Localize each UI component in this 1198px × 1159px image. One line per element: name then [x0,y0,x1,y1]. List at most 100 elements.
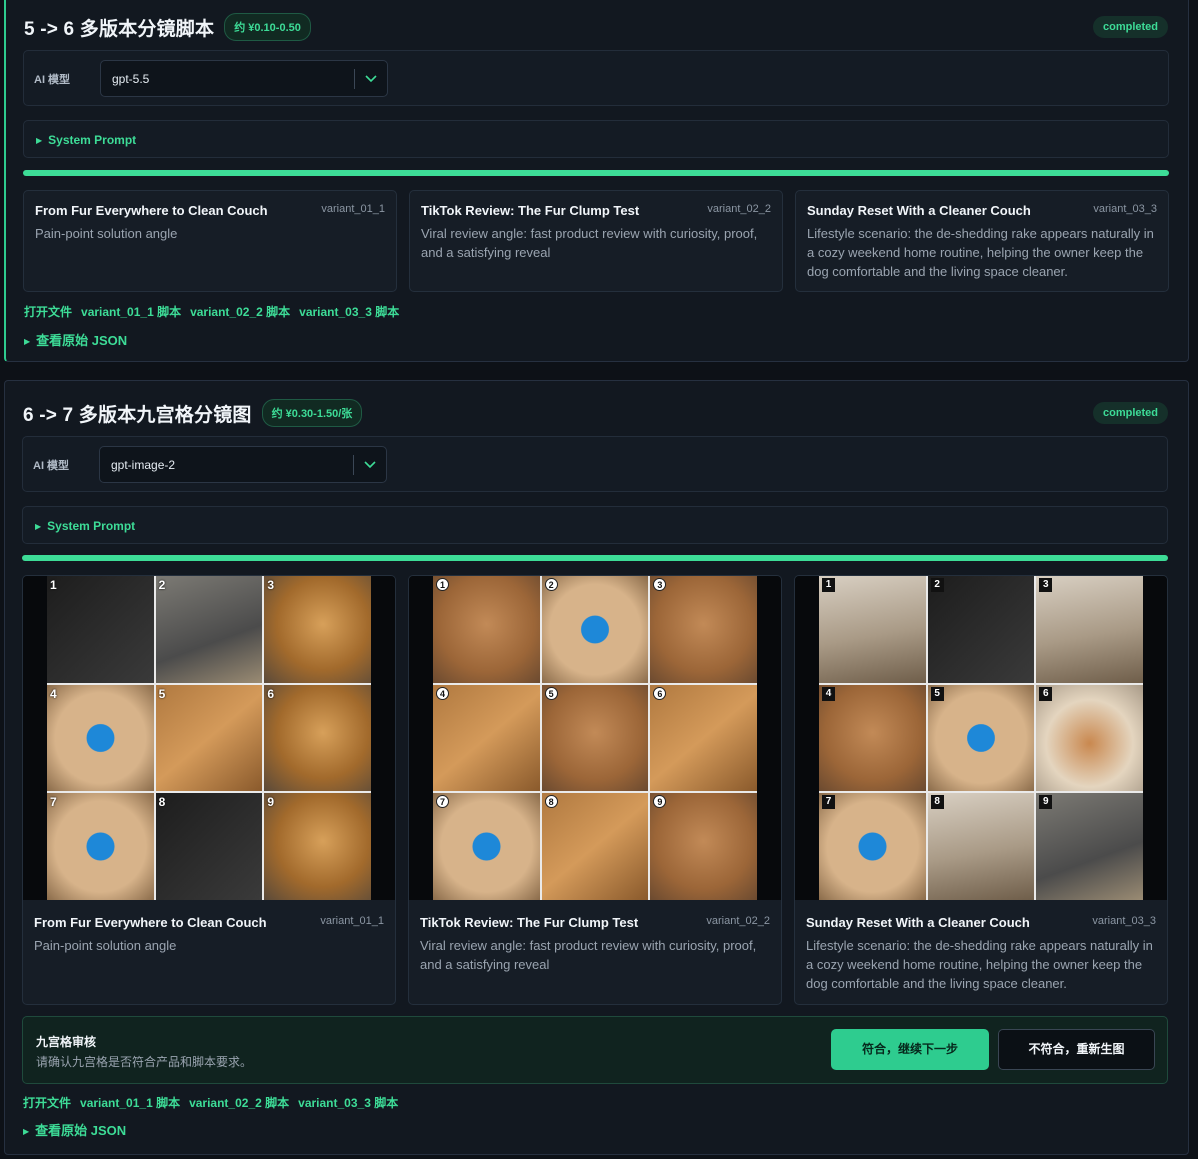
variant-card[interactable]: From Fur Everywhere to Clean Couch varia… [23,190,397,292]
file-links: 打开文件 variant_01_1 脚本 variant_02_2 脚本 var… [24,303,399,320]
variant-card[interactable]: Sunday Reset With a Cleaner Couch varian… [795,190,1169,292]
grid-tile: 5 [541,684,649,792]
grid-review-panel: 九宫格审核 请确认九宫格是否符合产品和脚本要求。 符合，继续下一步 不符合，重新… [22,1016,1168,1084]
triangle-right-icon: ▶ [35,522,42,531]
grid-tile: 5 [155,684,263,792]
status-badge: completed [1092,16,1168,38]
open-file-link[interactable]: 打开文件 [24,303,72,320]
storyboard-card[interactable]: 1 2 3 4 5 6 7 8 9 TikTok Review: The Fur… [408,575,782,1005]
grid-tile: 3 [264,576,371,683]
progress-bar [22,555,1168,561]
storyboard-grid: 1 2 3 4 5 6 7 8 9 [819,576,1143,900]
model-value: gpt-5.5 [112,72,150,86]
grid-tile: 6 [650,684,757,792]
variant-id: variant_02_2 [706,915,770,927]
system-prompt-label: ▶ System Prompt [36,133,137,147]
storyboard-card[interactable]: 1 2 3 4 5 6 7 8 9 Sunday Reset With a Cl… [794,575,1168,1005]
progress-bar [23,170,1169,176]
variant-id: variant_03_3 [1093,203,1157,215]
variant-title: From Fur Everywhere to Clean Couch [35,203,268,218]
variant-id: variant_01_1 [321,203,385,215]
grid-tile: 5 [927,684,1035,792]
variant-id: variant_01_1 [320,915,384,927]
storyboard-grid-image[interactable]: 1 2 3 4 5 6 7 8 9 [795,576,1167,900]
variant-desc: Viral review angle: fast product review … [421,226,758,260]
model-label: AI 模型 [34,74,71,86]
grid-tile: 1 [433,576,540,683]
chevron-down-icon [364,461,376,469]
variant-desc: Pain-point solution angle [35,226,178,241]
cost-badge: 约 ¥0.30-1.50/张 [261,399,363,427]
grid-tile: 2 [155,576,263,683]
grid-tile: 6 [1036,684,1143,792]
storyboard-grid: 1 2 3 4 5 6 7 8 9 [47,576,371,900]
cost-badge: 约 ¥0.10-0.50 [224,13,311,41]
variant-title: Sunday Reset With a Cleaner Couch [806,915,1030,930]
raw-json-toggle[interactable]: ▶ 查看原始 JSON [23,1120,126,1139]
grid-tile: 8 [155,793,263,900]
variant-card[interactable]: TikTok Review: The Fur Clump Test varian… [409,190,783,292]
stage-title: 5 -> 6 多版本分镜脚本 [24,18,215,40]
script-link-variant-02[interactable]: variant_02_2 脚本 [190,303,290,320]
grid-tile: 4 [433,684,540,792]
script-link-variant-02[interactable]: variant_02_2 脚本 [189,1094,289,1111]
variant-id: variant_02_2 [707,203,771,215]
grid-tile: 3 [1036,576,1143,683]
select-divider [353,455,354,475]
grid-tile: 3 [650,576,757,683]
variant-desc: Lifestyle scenario: the de-shedding rake… [806,938,1153,991]
grid-tile: 9 [264,793,371,900]
model-row: AI 模型 gpt-5.5 [23,50,1169,106]
open-file-link[interactable]: 打开文件 [23,1094,71,1111]
script-link-variant-01[interactable]: variant_01_1 脚本 [80,1094,180,1111]
variant-title: TikTok Review: The Fur Clump Test [420,915,639,930]
stage-title: 6 -> 7 多版本九宫格分镜图 [23,404,252,426]
stage-panel-storyboard: 6 -> 7 多版本九宫格分镜图 约 ¥0.30-1.50/张 complete… [4,380,1189,1155]
grid-tile: 9 [1036,793,1143,900]
triangle-right-icon: ▶ [23,1127,30,1136]
storyboard-grid: 1 2 3 4 5 6 7 8 9 [433,576,757,900]
variant-id: variant_03_3 [1092,915,1156,927]
script-link-variant-03[interactable]: variant_03_3 脚本 [299,303,399,320]
status-badge: completed [1092,402,1168,424]
chevron-down-icon [365,75,377,83]
variant-desc: Pain-point solution angle [34,938,177,953]
approve-continue-button[interactable]: 符合，继续下一步 [831,1029,989,1070]
raw-json-toggle[interactable]: ▶ 查看原始 JSON [24,330,127,349]
grid-tile: 1 [819,576,926,683]
grid-tile: 2 [541,576,649,683]
grid-tile: 7 [433,793,540,900]
model-select[interactable]: gpt-5.5 [100,60,388,97]
grid-tile: 1 [47,576,154,683]
grid-tile: 6 [264,684,371,792]
model-label: AI 模型 [33,460,70,472]
stage-header: 5 -> 6 多版本分镜脚本 约 ¥0.10-0.50 [24,13,311,41]
grid-tile: 8 [541,793,649,900]
grid-tile: 2 [927,576,1035,683]
system-prompt-toggle[interactable]: ▶ System Prompt [22,506,1168,544]
variant-desc: Lifestyle scenario: the de-shedding rake… [807,226,1154,279]
variant-title: Sunday Reset With a Cleaner Couch [807,203,1031,218]
reject-regenerate-button[interactable]: 不符合，重新生图 [998,1029,1155,1070]
grid-tile: 7 [819,793,926,900]
storyboard-card[interactable]: 1 2 3 4 5 6 7 8 9 From Fur Everywhere to… [22,575,396,1005]
triangle-right-icon: ▶ [24,337,31,346]
triangle-right-icon: ▶ [36,136,43,145]
grid-tile: 4 [819,684,926,792]
variant-title: From Fur Everywhere to Clean Couch [34,915,267,930]
storyboard-grid-image[interactable]: 1 2 3 4 5 6 7 8 9 [23,576,395,900]
file-links: 打开文件 variant_01_1 脚本 variant_02_2 脚本 var… [23,1094,398,1111]
model-value: gpt-image-2 [111,458,176,472]
system-prompt-toggle[interactable]: ▶ System Prompt [23,120,1169,158]
variant-desc: Viral review angle: fast product review … [420,938,757,972]
model-row: AI 模型 gpt-image-2 [22,436,1168,492]
script-link-variant-01[interactable]: variant_01_1 脚本 [81,303,181,320]
storyboard-grid-image[interactable]: 1 2 3 4 5 6 7 8 9 [409,576,781,900]
script-link-variant-03[interactable]: variant_03_3 脚本 [298,1094,398,1111]
select-divider [354,69,355,89]
review-desc: 请确认九宫格是否符合产品和脚本要求。 [36,1055,253,1069]
model-select[interactable]: gpt-image-2 [99,446,387,483]
variant-title: TikTok Review: The Fur Clump Test [421,203,640,218]
stage-header: 6 -> 7 多版本九宫格分镜图 约 ¥0.30-1.50/张 [23,399,363,427]
grid-tile: 8 [927,793,1035,900]
